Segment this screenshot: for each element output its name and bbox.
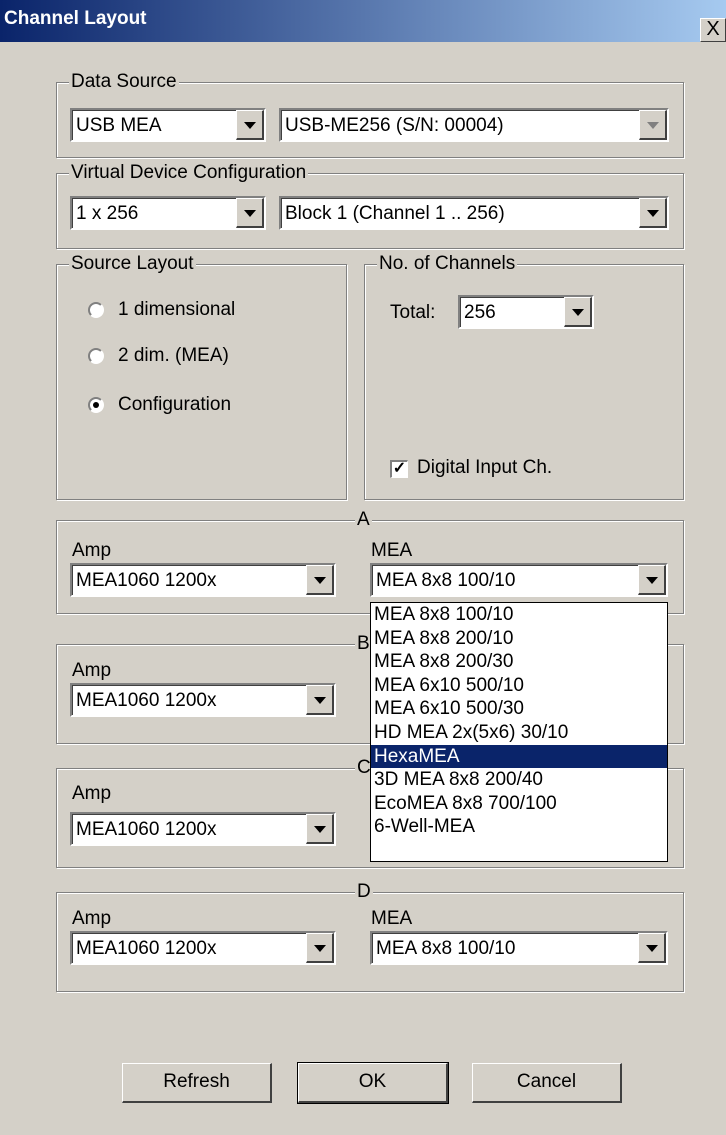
amp-d-label: Amp [72,908,112,929]
data-source-legend: Data Source [69,71,179,93]
mea-option[interactable]: MEA 8x8 100/10 [371,603,667,627]
data-source-select[interactable]: USB MEA [70,108,266,142]
refresh-button[interactable]: Refresh [122,1063,272,1103]
chevron-down-icon [314,577,326,584]
amp-b-value: MEA1060 1200x [76,690,217,711]
mea-d-value: MEA 8x8 100/10 [376,938,516,959]
block-value: Block 1 (Channel 1 .. 256) [285,203,505,224]
data-source-dropdown-button[interactable] [236,110,264,140]
chevron-down-icon [646,577,658,584]
amp-b-label: Amp [72,660,112,681]
mea-dropdown-list[interactable]: MEA 8x8 100/10 MEA 8x8 200/10 MEA 8x8 20… [370,602,668,862]
mea-option[interactable]: HD MEA 2x(5x6) 30/10 [371,721,667,745]
chevron-down-icon [647,210,659,217]
digital-input-label[interactable]: Digital Input Ch. [417,457,552,479]
amp-a-select[interactable]: MEA1060 1200x [70,563,336,597]
title-bar: Channel Layout X [0,0,726,42]
mea-option[interactable]: 3D MEA 8x8 200/40 [371,768,667,792]
device-select[interactable]: USB-ME256 (S/N: 00004) [279,108,669,142]
headstage-a-legend: A [355,509,372,531]
radio-1-dimensional-label[interactable]: 1 dimensional [118,299,235,321]
amp-c-value: MEA1060 1200x [76,819,217,840]
chevron-down-icon [646,945,658,952]
config-dropdown-button[interactable] [236,198,264,228]
block-dropdown-button[interactable] [639,198,667,228]
cancel-button[interactable]: Cancel [472,1063,622,1103]
chevron-down-icon [244,210,256,217]
data-source-value: USB MEA [76,115,162,136]
mea-option[interactable]: MEA 6x10 500/30 [371,697,667,721]
amp-d-dropdown-button[interactable] [306,933,334,963]
chevron-down-icon [244,122,256,129]
amp-c-dropdown-button[interactable] [306,814,334,844]
close-button[interactable]: X [700,18,726,42]
config-value: 1 x 256 [76,203,139,224]
total-label: Total: [390,302,436,323]
chevron-down-icon [647,122,659,129]
amp-d-select[interactable]: MEA1060 1200x [70,931,336,965]
device-dropdown-button[interactable] [639,110,667,140]
chevron-down-icon [314,826,326,833]
ok-button[interactable]: OK [297,1062,449,1104]
config-select[interactable]: 1 x 256 [70,196,266,230]
radio-configuration-label[interactable]: Configuration [118,394,231,416]
radio-1-dimensional[interactable] [88,302,104,318]
chevron-down-icon [314,697,326,704]
mea-option[interactable]: MEA 8x8 200/30 [371,650,667,674]
mea-option[interactable]: MEA 6x10 500/10 [371,674,667,698]
amp-a-label: Amp [72,540,112,561]
mea-a-value: MEA 8x8 100/10 [376,570,516,591]
amp-d-value: MEA1060 1200x [76,938,217,959]
radio-configuration[interactable] [88,397,104,413]
amp-a-dropdown-button[interactable] [306,565,334,595]
radio-selected-dot [93,402,99,408]
device-value: USB-ME256 (S/N: 00004) [285,115,504,136]
virtual-device-legend: Virtual Device Configuration [69,162,309,184]
channels-legend: No. of Channels [377,253,518,275]
radio-2-dim-mea-label[interactable]: 2 dim. (MEA) [118,345,229,367]
total-dropdown-button[interactable] [564,297,592,327]
mea-a-label: MEA [371,540,413,561]
mea-a-select[interactable]: MEA 8x8 100/10 [370,563,668,597]
chevron-down-icon [572,309,584,316]
amp-b-dropdown-button[interactable] [306,685,334,715]
mea-d-dropdown-button[interactable] [638,933,666,963]
amp-c-label: Amp [72,783,112,804]
mea-option[interactable]: 6-Well-MEA [371,815,667,839]
close-icon: X [706,18,720,40]
mea-option[interactable]: EcoMEA 8x8 700/100 [371,792,667,816]
amp-b-select[interactable]: MEA1060 1200x [70,683,336,717]
amp-a-value: MEA1060 1200x [76,570,217,591]
headstage-d-legend: D [355,881,373,903]
radio-2-dim-mea[interactable] [88,348,104,364]
amp-c-select[interactable]: MEA1060 1200x [70,812,336,846]
source-layout-legend: Source Layout [69,253,196,275]
mea-option-highlighted[interactable]: HexaMEA [371,744,667,769]
mea-a-dropdown-button[interactable] [638,565,666,595]
mea-option[interactable]: MEA 8x8 200/10 [371,627,667,651]
total-select[interactable]: 256 [458,295,594,329]
block-select[interactable]: Block 1 (Channel 1 .. 256) [279,196,669,230]
total-value: 256 [464,302,496,323]
mea-d-label: MEA [371,908,413,929]
chevron-down-icon [314,945,326,952]
window-title: Channel Layout [4,8,147,29]
mea-d-select[interactable]: MEA 8x8 100/10 [370,931,668,965]
digital-input-checkbox[interactable]: ✓ [390,460,408,478]
